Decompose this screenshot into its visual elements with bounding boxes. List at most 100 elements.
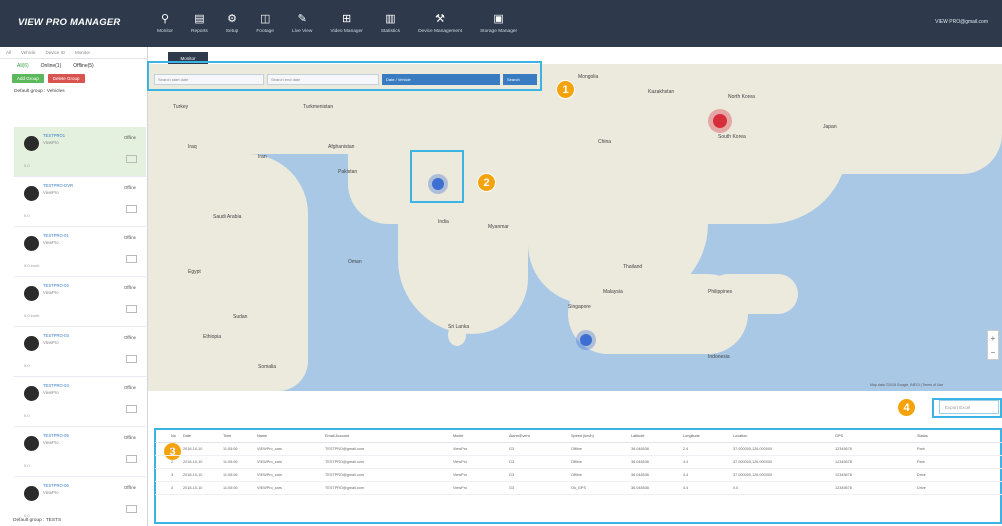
vehicle-status: Offline — [123, 285, 136, 290]
vehicle-name: TESTPRO-05 — [43, 433, 69, 438]
export-excel-button[interactable]: Export Excel — [939, 400, 999, 414]
map-view[interactable]: Turkey Turkmenistan Kazakhstan Afghanistan P… — [148, 64, 1002, 391]
table-cell: 12345678 — [835, 473, 852, 477]
sidebar-tab[interactable]: Vehicle — [21, 50, 36, 55]
nav-item-6[interactable]: ▥ Statistics — [372, 0, 409, 47]
alarm-marker[interactable] — [713, 114, 727, 128]
video-icon[interactable] — [126, 205, 137, 213]
column-header[interactable]: Status — [917, 434, 957, 438]
vehicle-speed: 0.0 — [24, 363, 30, 368]
nav-item-0[interactable]: ⚲ Monitor — [148, 0, 182, 47]
sidebar-tab[interactable]: All — [6, 50, 11, 55]
status-filter[interactable]: Online(1) — [41, 63, 62, 69]
table-cell: Park — [917, 447, 925, 451]
nav-item-label: Video Manager — [330, 29, 363, 34]
table-cell: 0.0 — [733, 486, 739, 490]
column-header[interactable]: Email Account — [325, 434, 453, 438]
column-header[interactable]: Longitude — [683, 434, 733, 438]
video-icon[interactable] — [126, 355, 137, 363]
map-credit: Map data ©2018 Google, INEGI | Terms of … — [870, 383, 944, 387]
map-label: Mongolia — [578, 74, 599, 80]
zoom-out-icon[interactable]: − — [991, 348, 996, 357]
nav-item-2[interactable]: ⚙ Setup — [217, 0, 248, 47]
column-header[interactable]: Model — [453, 434, 509, 438]
video-icon[interactable] — [126, 155, 137, 163]
nav-item-label: Reports — [191, 29, 208, 34]
vehicle-status: Offline — [123, 135, 136, 140]
nav-item-5[interactable]: ⊞ Video Manager — [321, 0, 371, 47]
list-item[interactable]: TESTPRO-01 ViewPro Offline 0.0 km/h — [14, 227, 146, 277]
column-header[interactable]: Date — [183, 434, 223, 438]
vehicle-icon — [24, 386, 39, 401]
table-cell: 12345678 — [835, 486, 852, 490]
nav-item-3[interactable]: ◫ Footage — [247, 0, 283, 47]
table-cell: Offline — [571, 447, 582, 451]
vehicle-icon — [24, 136, 39, 151]
status-filter[interactable]: Offline(5) — [73, 63, 93, 69]
table-cell: G3 — [509, 473, 515, 477]
video-icon[interactable] — [126, 505, 137, 513]
table-cell: 12345678 — [835, 447, 852, 451]
vehicle-icon — [24, 436, 39, 451]
vehicle-info: TESTPRO-03 ViewPro — [43, 333, 69, 345]
app-brand[interactable]: VIEW PRO MANAGER — [18, 17, 120, 28]
vehicle-info: TESTPRO-06 ViewPro — [43, 483, 69, 495]
video-icon[interactable] — [126, 305, 137, 313]
nav-item-1[interactable]: ▤ Reports — [182, 0, 217, 47]
table-row[interactable]: 4 2018-10-10 11:05:06 VIEWPro_cars TESTPRO@g… — [155, 482, 1002, 495]
sidebar-tab[interactable]: Device ID — [46, 50, 66, 55]
group-actions: Add Group Delete Group — [0, 72, 147, 85]
map-label: Japan — [823, 124, 837, 130]
group-footer[interactable]: Default group : TESTS — [13, 514, 61, 526]
map-label: Thailand — [623, 264, 643, 270]
list-item[interactable]: TESTPRO-02 ViewPro Offline 0.0 km/h — [14, 277, 146, 327]
map-label: Saudi Arabia — [213, 214, 242, 220]
table-row[interactable]: 2 2018-10-10 11:05:06 VIEWPro_cars TESTPRO@g… — [155, 456, 1002, 469]
list-item[interactable]: TESTPRO-04 ViewPro Offline 0.0 — [14, 377, 146, 427]
video-icon[interactable] — [126, 455, 137, 463]
column-header[interactable]: No — [155, 434, 183, 438]
column-header[interactable]: Name — [257, 434, 325, 438]
video-icon[interactable] — [126, 255, 137, 263]
nav-item-7[interactable]: ⚒ Device Management — [409, 0, 471, 47]
zoom-control[interactable]: + − — [987, 330, 999, 360]
vehicle-info: TESTPRO-04 ViewPro — [43, 383, 69, 395]
vehicle-status: Offline — [123, 435, 136, 440]
nav-item-8[interactable]: ▣ Storage Manager — [471, 0, 526, 47]
column-header[interactable]: Latitude — [631, 434, 683, 438]
map-label: Somalia — [258, 364, 277, 370]
table-cell: 4 — [171, 486, 174, 490]
table-row[interactable]: 1 2018-10-10 11:05:06 VIEWPro_cars TESTPRO@g… — [155, 443, 1002, 456]
sidebar-tab[interactable]: Monitor — [75, 50, 90, 55]
column-header[interactable]: Speed (km/h) — [571, 434, 631, 438]
vehicle-marker[interactable] — [580, 334, 592, 346]
map-label: Sudan — [233, 314, 248, 320]
table-row[interactable]: 3 2018-10-10 11:05:06 VIEWPro_cars TESTPRO@g… — [155, 469, 1002, 482]
list-item[interactable]: TESTPRO-03 ViewPro Offline 0.0 — [14, 327, 146, 377]
vehicle-model: ViewPro — [43, 490, 59, 495]
nav-item-label: Device Management — [418, 29, 463, 34]
list-item[interactable]: TESTPRO1 ViewPro Offline 0.0 — [14, 127, 146, 177]
group-header[interactable]: Default group : Vehicles — [0, 85, 147, 97]
table-cell: Offline — [571, 460, 582, 464]
nav-item-label: Setup — [225, 29, 239, 34]
table-cell: VIEWPro_cars — [257, 447, 282, 451]
video-icon[interactable] — [126, 405, 137, 413]
list-item[interactable]: TESTPRO-DVR ViewPro Offline 0.0 — [14, 177, 146, 227]
vehicle-status: Offline — [123, 485, 136, 490]
delete-group-button[interactable]: Delete Group — [47, 74, 85, 83]
column-header[interactable]: Alarm/Event — [509, 434, 571, 438]
add-group-button[interactable]: Add Group — [12, 74, 44, 83]
nav-item-4[interactable]: ✎ Live View — [283, 0, 321, 47]
top-navbar: VIEW PRO MANAGER ⚲ Monitor ▤ Reports ⚙ Setup ◫… — [0, 0, 1002, 47]
table-cell: 2018-10-10 — [183, 473, 203, 477]
table-cell: Drive — [917, 473, 926, 477]
list-item[interactable]: TESTPRO-05 ViewPro Offline 0.0 — [14, 427, 146, 477]
column-header[interactable]: Time — [223, 434, 257, 438]
column-header[interactable]: GPS — [835, 434, 917, 438]
column-header[interactable]: Location — [733, 434, 835, 438]
vehicle-name: TESTPRO-01 — [43, 233, 69, 238]
zoom-in-icon[interactable]: + — [991, 334, 996, 343]
user-account[interactable]: VIEW PRO@gmail.com — [935, 19, 988, 25]
status-filter[interactable]: All(6) — [17, 63, 29, 69]
